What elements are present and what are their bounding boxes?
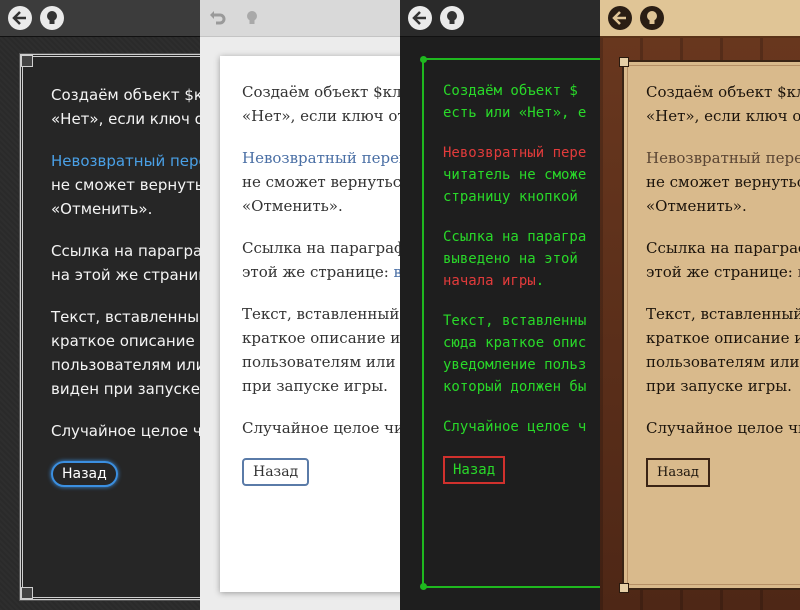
corner-dot bbox=[420, 583, 427, 590]
back-button[interactable]: Назад bbox=[242, 458, 310, 486]
toolbar bbox=[600, 0, 800, 38]
back-button[interactable]: Назад bbox=[443, 456, 506, 484]
corner-ornament bbox=[21, 587, 33, 599]
paragraph: Текст, вставленныйкраткое описание игпол… bbox=[51, 308, 200, 398]
paragraph: Ссылка на параграфэтой же странице: вы bbox=[646, 236, 800, 284]
lightbulb-icon[interactable] bbox=[440, 6, 464, 30]
theme-light-preview: Создаём объект $клю «Нет», если ключ от Н… bbox=[200, 0, 400, 610]
back-button[interactable]: Назад bbox=[51, 461, 118, 487]
paragraph: Ссылка на параграф на этой же страниц bbox=[51, 242, 200, 284]
back-arrow-icon[interactable] bbox=[608, 6, 632, 30]
paragraph: Создаём объект $клю«Нет», если ключ от bbox=[51, 86, 200, 128]
paragraph: Ссылка на парагра выведено на этой начала … bbox=[443, 229, 587, 289]
lightbulb-icon[interactable] bbox=[40, 6, 64, 30]
paragraph: Создаём объект $кл «Нет», если ключ о bbox=[646, 83, 800, 125]
corner-ornament bbox=[619, 57, 629, 67]
link[interactable]: Невозвратный перех bbox=[646, 149, 800, 167]
corner-ornament bbox=[21, 55, 33, 67]
page-card: Создаём объект $клю«Нет», если ключ от Н… bbox=[220, 56, 400, 592]
paragraph: Текст, вставленныйкраткое описание игпол… bbox=[646, 305, 800, 395]
paragraph: Случайное целое чи bbox=[242, 419, 400, 437]
toolbar bbox=[0, 0, 200, 37]
back-arrow-icon[interactable] bbox=[408, 6, 432, 30]
toolbar bbox=[200, 0, 400, 37]
corner-dot bbox=[420, 56, 427, 63]
undo-arrow-icon[interactable] bbox=[206, 6, 230, 30]
toolbar bbox=[400, 0, 600, 37]
lightbulb-icon[interactable] bbox=[240, 6, 264, 30]
back-button[interactable]: Назад bbox=[646, 458, 710, 487]
paragraph: Создаём объект $ есть или «Нет», е bbox=[443, 83, 587, 121]
paragraph: Ссылка на параграфэтой же странице: вы bbox=[242, 236, 400, 284]
paragraph: Случайное целое ч bbox=[443, 419, 587, 435]
paragraph: Создаём объект $клю«Нет», если ключ от bbox=[242, 83, 400, 125]
paragraph: Невозвратный перехне сможет вернуться«От… bbox=[646, 146, 800, 218]
corner-ornament bbox=[619, 583, 629, 593]
paragraph: Невозвратный пере читатель не сможе страни… bbox=[443, 145, 587, 205]
theme-dark-preview: Создаём объект $клю«Нет», если ключ от Н… bbox=[0, 0, 200, 610]
paragraph: Случайное целое чи bbox=[51, 422, 200, 440]
paragraph: Невозвратный перехне сможет вернуться«От… bbox=[242, 146, 400, 218]
link[interactable]: Невозвратный пере bbox=[443, 145, 586, 161]
paragraph: Текст, вставленны сюда краткое опис уведом… bbox=[443, 313, 587, 395]
page-card: Создаём объект $кл «Нет», если ключ о Нев… bbox=[619, 57, 800, 593]
link[interactable]: Невозвратный перех bbox=[51, 152, 200, 170]
page-card: Создаём объект $клю«Нет», если ключ от Н… bbox=[19, 53, 200, 601]
paragraph: Случайное целое чи bbox=[646, 419, 800, 437]
lightbulb-icon[interactable] bbox=[640, 6, 664, 30]
theme-parchment-preview: Создаём объект $кл «Нет», если ключ о Нев… bbox=[600, 0, 800, 610]
page-card: Создаём объект $ есть или «Нет», е Невозв… bbox=[420, 56, 600, 590]
paragraph: Невозвратный перехне сможет вернуться«От… bbox=[51, 149, 200, 221]
back-arrow-icon[interactable] bbox=[8, 6, 32, 30]
paragraph: Текст, вставленныйкраткое описание игпол… bbox=[242, 305, 400, 395]
link[interactable]: Невозвратный перех bbox=[242, 149, 400, 167]
link[interactable]: начала игры bbox=[443, 273, 536, 289]
theme-terminal-preview: Создаём объект $ есть или «Нет», е Невозв… bbox=[400, 0, 600, 610]
